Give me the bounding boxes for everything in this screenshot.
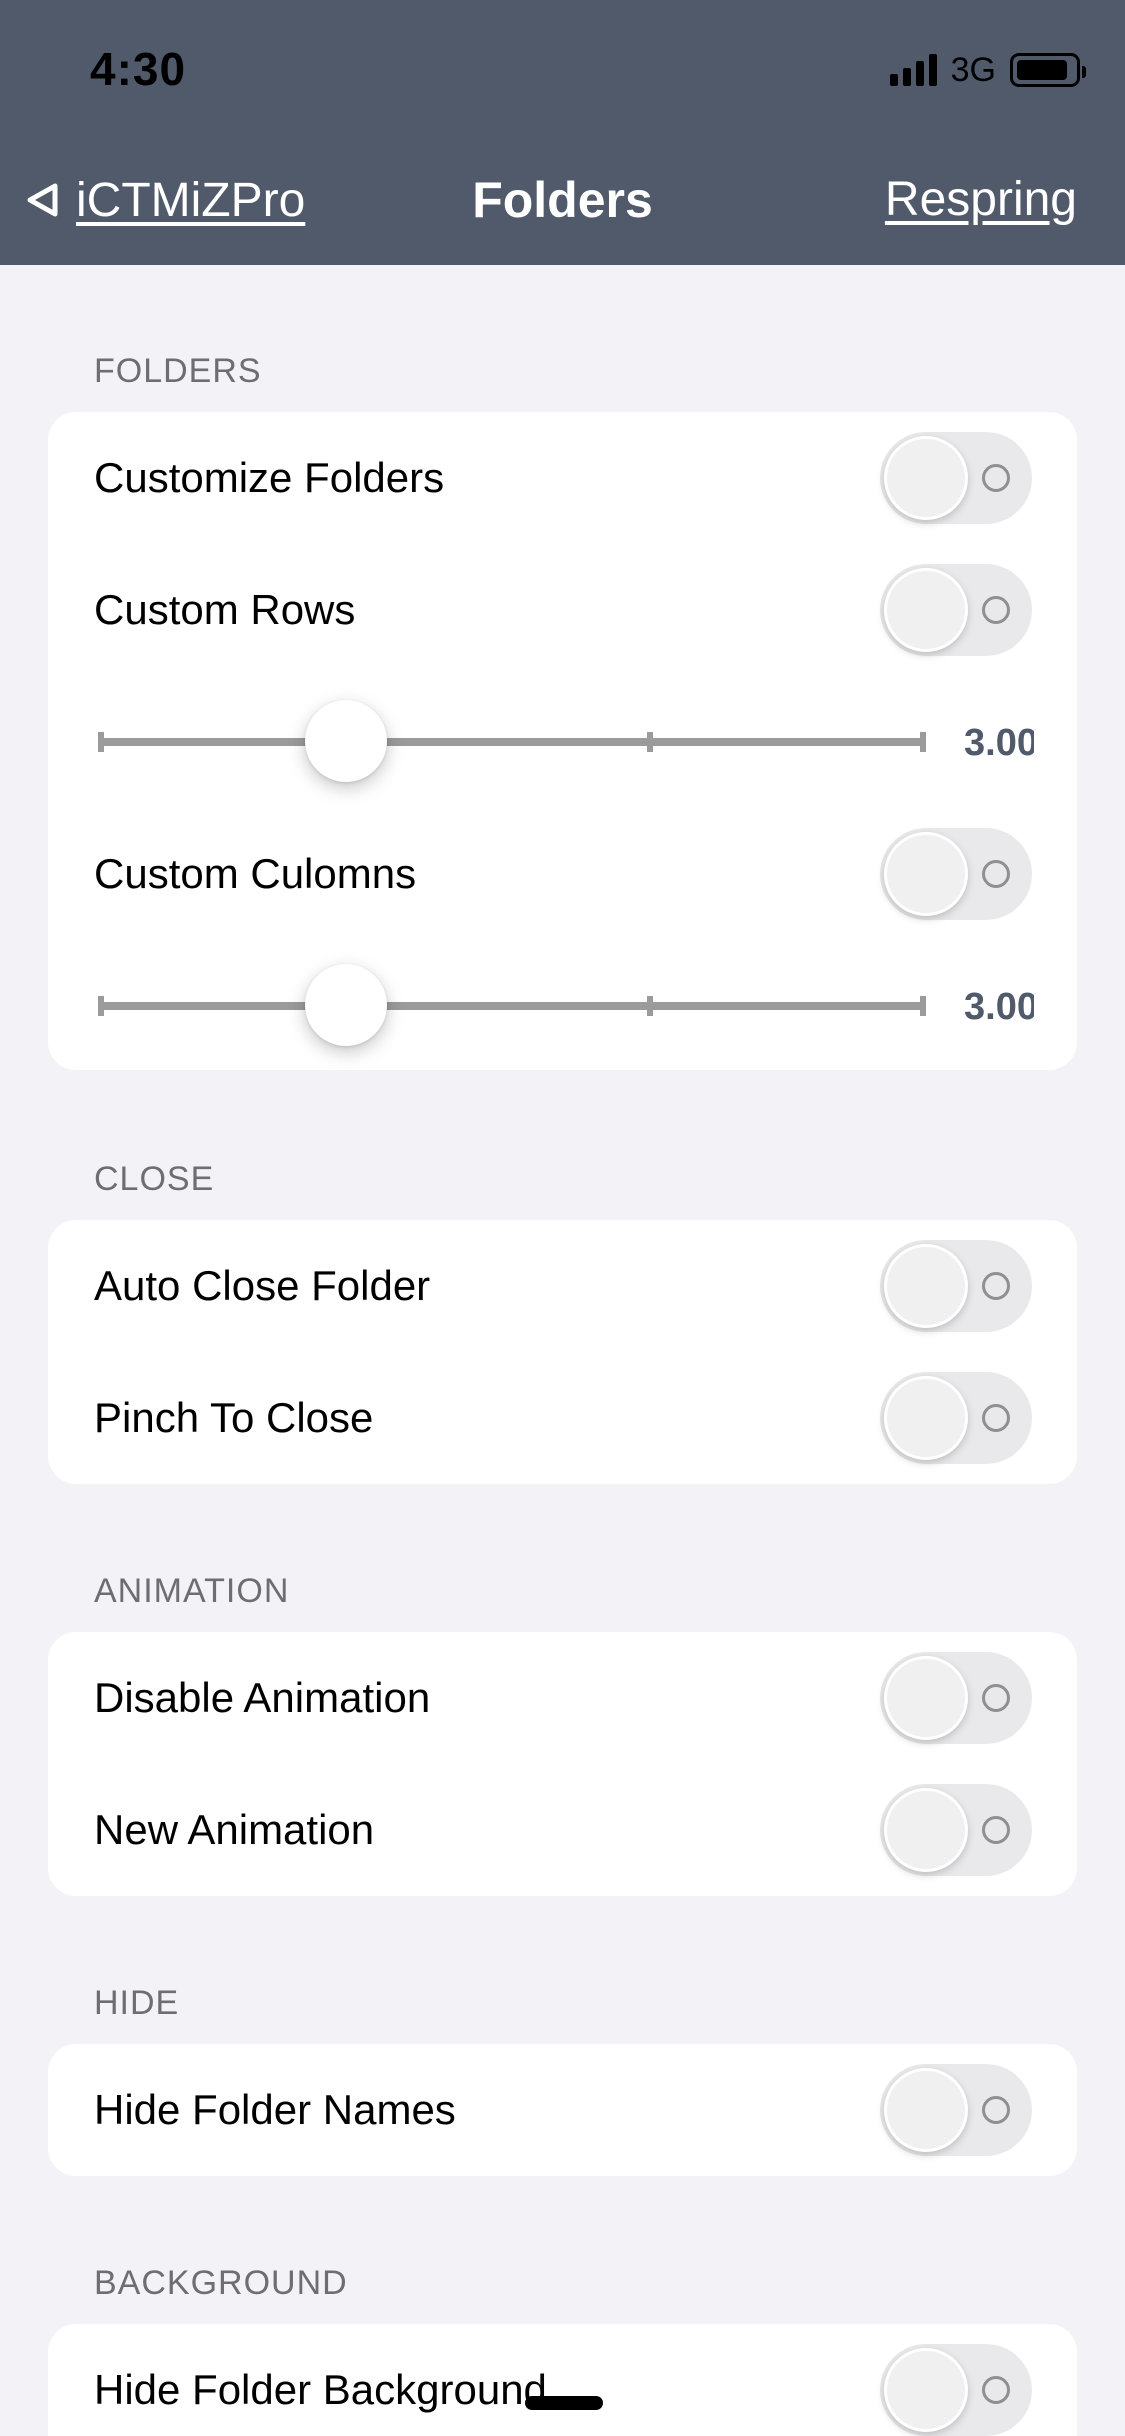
animation-card: Disable Animation New Animation bbox=[48, 1632, 1077, 1896]
new-animation-switch[interactable] bbox=[880, 1784, 1032, 1876]
customize-folders-label: Customize Folders bbox=[94, 454, 445, 501]
hide-card: Hide Folder Names bbox=[48, 2044, 1077, 2176]
pinch-to-close-switch[interactable] bbox=[880, 1372, 1032, 1464]
custom-columns-row: Custom Culomns bbox=[48, 808, 1077, 940]
disable-animation-label: Disable Animation bbox=[94, 1674, 431, 1721]
columns-slider-row: 3.00 bbox=[48, 940, 1077, 1072]
close-card: Auto Close Folder Pinch To Close bbox=[48, 1220, 1077, 1484]
disable-animation-row: Disable Animation bbox=[48, 1632, 1077, 1764]
folders-card: Customize Folders Custom Rows 3.00 Custo… bbox=[48, 412, 1077, 1070]
section-header-folders: FOLDERS bbox=[94, 352, 262, 390]
pinch-to-close-row: Pinch To Close bbox=[48, 1352, 1077, 1484]
section-header-close: CLOSE bbox=[94, 1160, 215, 1198]
custom-columns-label: Custom Culomns bbox=[94, 850, 417, 897]
back-button[interactable]: iCTMiZPro bbox=[24, 170, 305, 230]
columns-slider-value: 3.00 bbox=[964, 986, 1034, 1028]
custom-rows-switch[interactable] bbox=[880, 564, 1032, 656]
auto-close-label: Auto Close Folder bbox=[94, 1262, 431, 1309]
custom-rows-label: Custom Rows bbox=[94, 586, 356, 633]
section-header-animation: ANIMATION bbox=[94, 1572, 290, 1610]
hide-folder-names-switch[interactable] bbox=[880, 2064, 1032, 2156]
page-title: Folders bbox=[472, 172, 653, 228]
new-animation-label: New Animation bbox=[94, 1806, 375, 1853]
columns-slider-thumb[interactable] bbox=[305, 964, 388, 1046]
signal-bars-icon bbox=[889, 54, 937, 86]
disable-animation-switch[interactable] bbox=[880, 1652, 1032, 1744]
hide-folder-background-row: Hide Folder Background bbox=[48, 2324, 1077, 2436]
back-button-label: iCTMiZPro bbox=[76, 173, 306, 227]
new-animation-row: New Animation bbox=[48, 1764, 1077, 1896]
custom-columns-switch[interactable] bbox=[880, 828, 1032, 920]
respring-button[interactable]: Respring bbox=[885, 170, 1077, 230]
customize-folders-row: Customize Folders bbox=[48, 412, 1077, 544]
hide-folder-names-label: Hide Folder Names bbox=[94, 2086, 456, 2133]
background-card: Hide Folder Background bbox=[48, 2324, 1077, 2436]
hide-folder-background-label: Hide Folder Background bbox=[94, 2366, 547, 2413]
columns-slider-track[interactable] bbox=[98, 996, 926, 1016]
custom-rows-row: Custom Rows bbox=[48, 544, 1077, 676]
rows-slider-track[interactable] bbox=[98, 732, 926, 752]
pinch-to-close-label: Pinch To Close bbox=[94, 1394, 374, 1441]
customize-folders-switch[interactable] bbox=[880, 432, 1032, 524]
back-triangle-icon bbox=[27, 183, 58, 217]
network-type: 3G bbox=[950, 50, 996, 89]
section-header-hide: HIDE bbox=[94, 1984, 180, 2022]
rows-slider-row: 3.00 bbox=[48, 676, 1077, 808]
navigation-bar: 4:30 3G iCTMiZPro Folders Respring bbox=[0, 0, 1125, 265]
status-indicators: 3G bbox=[889, 50, 1086, 90]
auto-close-row: Auto Close Folder bbox=[48, 1220, 1077, 1352]
hide-folder-background-switch[interactable] bbox=[880, 2344, 1032, 2436]
settings-page: 4:30 3G iCTMiZPro Folders Respring FOLDE… bbox=[0, 0, 1125, 2436]
battery-icon bbox=[1010, 53, 1086, 87]
section-header-background: BACKGROUND bbox=[94, 2264, 348, 2302]
status-time: 4:30 bbox=[90, 43, 187, 95]
home-indicator bbox=[525, 2396, 603, 2410]
rows-slider-thumb[interactable] bbox=[305, 700, 388, 782]
auto-close-switch[interactable] bbox=[880, 1240, 1032, 1332]
hide-folder-names-row: Hide Folder Names bbox=[48, 2044, 1077, 2176]
rows-slider-value: 3.00 bbox=[964, 722, 1034, 764]
